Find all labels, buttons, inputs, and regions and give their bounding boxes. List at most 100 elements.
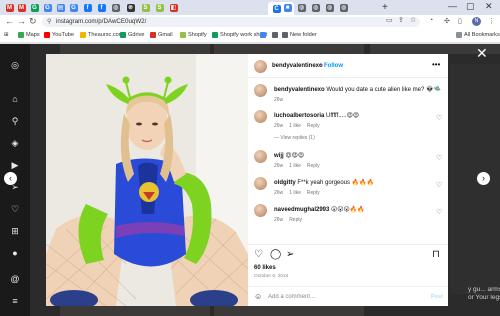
commenter-username[interactable]: naveedmughal2993 bbox=[274, 207, 329, 213]
bookmark-star-icon[interactable]: ☆ bbox=[410, 16, 416, 24]
search-icon[interactable]: ⚲ bbox=[10, 116, 20, 126]
comment-likes[interactable]: 1 like bbox=[289, 123, 301, 129]
browser-tab[interactable]: ◍ bbox=[310, 3, 321, 13]
bookmark-item[interactable]: New folder bbox=[282, 32, 317, 38]
commenter-avatar[interactable] bbox=[254, 177, 267, 190]
caption-username[interactable]: bendyvalentinexo bbox=[274, 87, 325, 93]
commenter-username[interactable]: wijj bbox=[274, 153, 284, 159]
bookmark-item[interactable]: Shopify bbox=[180, 32, 207, 38]
tab-favicon-icon: ◍ bbox=[297, 4, 306, 12]
minimize-button[interactable]: — bbox=[448, 1, 457, 11]
author-username[interactable]: bendyvalentinexo bbox=[272, 63, 323, 69]
browser-tab[interactable]: G bbox=[29, 3, 40, 13]
browser-tab[interactable]: M bbox=[16, 3, 27, 13]
comment-likes[interactable]: 1 like bbox=[289, 190, 301, 196]
comment-row: oldgitty F**k yeah gorgeous 🔥🔥🔥 26w 1 like… bbox=[248, 177, 448, 199]
extension-icon[interactable]: ◔ bbox=[429, 17, 433, 24]
reply-button[interactable]: Reply bbox=[307, 123, 320, 129]
comment-like-heart-icon[interactable]: ♡ bbox=[436, 154, 442, 162]
reload-icon[interactable]: ↻ bbox=[29, 16, 37, 27]
caption-body: Would you date a cute alien like me? 👽🛸 bbox=[326, 87, 441, 93]
home-icon[interactable]: ⌂ bbox=[10, 94, 20, 104]
side-panel-icon[interactable]: ▯ bbox=[458, 17, 462, 25]
browser-tab[interactable]: ◍ bbox=[338, 3, 349, 13]
browser-tab[interactable]: G bbox=[42, 3, 53, 13]
commenter-username[interactable]: oldgitty bbox=[274, 180, 296, 186]
profile-avatar[interactable]: N bbox=[472, 17, 481, 26]
bookmark-item[interactable]: Gmail bbox=[150, 32, 173, 38]
comment-like-heart-icon[interactable]: ♡ bbox=[436, 208, 442, 216]
bookmark-item[interactable]: Gdrive bbox=[120, 32, 144, 38]
author-avatar[interactable] bbox=[254, 60, 267, 73]
browser-tab[interactable]: M bbox=[4, 3, 15, 13]
save-bookmark-icon[interactable]: ⊓ bbox=[432, 250, 440, 260]
reels-icon[interactable]: ▶ bbox=[10, 160, 20, 170]
share-icon[interactable]: ⇪ bbox=[398, 16, 404, 24]
close-modal-icon[interactable]: ✕ bbox=[476, 46, 488, 60]
browser-tab[interactable]: ⊗ bbox=[125, 3, 136, 13]
emoji-icon[interactable]: ☺ bbox=[254, 292, 262, 301]
post-comment-button[interactable]: Post bbox=[431, 294, 443, 300]
comment-like-heart-icon[interactable]: ♡ bbox=[436, 114, 442, 122]
instagram-logo-icon[interactable]: ◎ bbox=[10, 60, 20, 70]
threads-icon[interactable]: @ bbox=[10, 274, 20, 284]
browser-tab[interactable]: f bbox=[96, 3, 107, 13]
author-avatar[interactable] bbox=[254, 84, 267, 97]
apps-grid-icon[interactable]: ⊞ bbox=[4, 32, 9, 38]
bookmark-item[interactable]: Theaursc.com bbox=[80, 32, 123, 38]
all-bookmarks-button[interactable]: All Bookmarks bbox=[456, 32, 500, 38]
browser-tab[interactable]: ◧ bbox=[168, 3, 179, 13]
reply-button[interactable]: Reply bbox=[289, 217, 302, 223]
bookmark-item[interactable]: Shopify work sheet bbox=[212, 32, 267, 38]
view-replies-button[interactable]: — View replies (1) bbox=[274, 135, 315, 141]
browser-tab[interactable]: ◍ bbox=[324, 3, 335, 13]
browser-tab[interactable]: S bbox=[140, 3, 151, 13]
browser-tab[interactable]: G bbox=[68, 3, 79, 13]
like-heart-icon[interactable]: ♡ bbox=[254, 250, 263, 260]
more-menu-icon[interactable]: ≡ bbox=[10, 296, 20, 306]
commenter-avatar[interactable] bbox=[254, 204, 267, 217]
browser-tab[interactable]: ◍ bbox=[296, 3, 307, 13]
close-window-button[interactable]: ✕ bbox=[485, 1, 493, 12]
bookmark-item[interactable]: Maps bbox=[18, 32, 40, 38]
bookmark-item[interactable]: YouTube bbox=[44, 32, 74, 38]
site-info-icon[interactable]: ⚲ bbox=[47, 18, 51, 25]
commenter-avatar[interactable] bbox=[254, 110, 267, 123]
reply-button[interactable]: Reply bbox=[307, 190, 320, 196]
reply-button[interactable]: Reply bbox=[307, 163, 320, 169]
browser-tab[interactable]: ◍ bbox=[110, 3, 121, 13]
comment-input[interactable] bbox=[268, 291, 418, 302]
share-send-icon[interactable]: ➢ bbox=[286, 250, 294, 260]
likes-count[interactable]: 60 likes bbox=[254, 265, 276, 271]
comment-icon[interactable]: ◯ bbox=[270, 250, 281, 260]
bookmark-item[interactable] bbox=[272, 32, 280, 38]
tab-favicon-icon: S bbox=[155, 4, 164, 12]
bookmark-item[interactable] bbox=[260, 32, 268, 38]
maximize-button[interactable]: ▢ bbox=[466, 1, 475, 12]
browser-tab[interactable]: ■ bbox=[282, 3, 293, 13]
screen-cast-icon[interactable]: ▭ bbox=[386, 16, 393, 24]
follow-button[interactable]: Follow bbox=[324, 63, 343, 69]
comment-likes[interactable]: 1 like bbox=[289, 163, 301, 169]
previous-post-button[interactable]: ‹ bbox=[4, 172, 17, 185]
browser-tab[interactable]: ▤ bbox=[55, 3, 66, 13]
address-url[interactable]: instagram.com/p/DAwCE0uqW2/ bbox=[56, 18, 146, 25]
address-bar[interactable]: ⚲ instagram.com/p/DAwCE0uqW2/ bbox=[42, 17, 420, 27]
comment-like-heart-icon[interactable]: ♡ bbox=[436, 181, 442, 189]
new-tab-button[interactable]: + bbox=[382, 2, 388, 13]
browser-menu-icon[interactable]: ⋮ bbox=[488, 17, 495, 25]
back-icon[interactable]: ← bbox=[5, 16, 14, 26]
forward-icon[interactable]: → bbox=[17, 16, 26, 26]
notifications-heart-icon[interactable]: ♡ bbox=[10, 204, 20, 214]
create-icon[interactable]: ⊞ bbox=[10, 226, 20, 236]
explore-icon[interactable]: ◈ bbox=[10, 138, 20, 148]
browser-tab[interactable]: S bbox=[154, 3, 165, 13]
post-image[interactable] bbox=[46, 54, 248, 306]
commenter-username[interactable]: luchoalbertosoria bbox=[274, 113, 324, 119]
more-options-icon[interactable]: ••• bbox=[432, 60, 440, 69]
extensions-puzzle-icon[interactable]: ✣ bbox=[444, 17, 450, 25]
commenter-avatar[interactable] bbox=[254, 150, 267, 163]
next-post-button[interactable]: › bbox=[477, 172, 490, 185]
profile-icon[interactable]: ● bbox=[10, 248, 20, 258]
browser-tab[interactable]: f bbox=[82, 3, 93, 13]
